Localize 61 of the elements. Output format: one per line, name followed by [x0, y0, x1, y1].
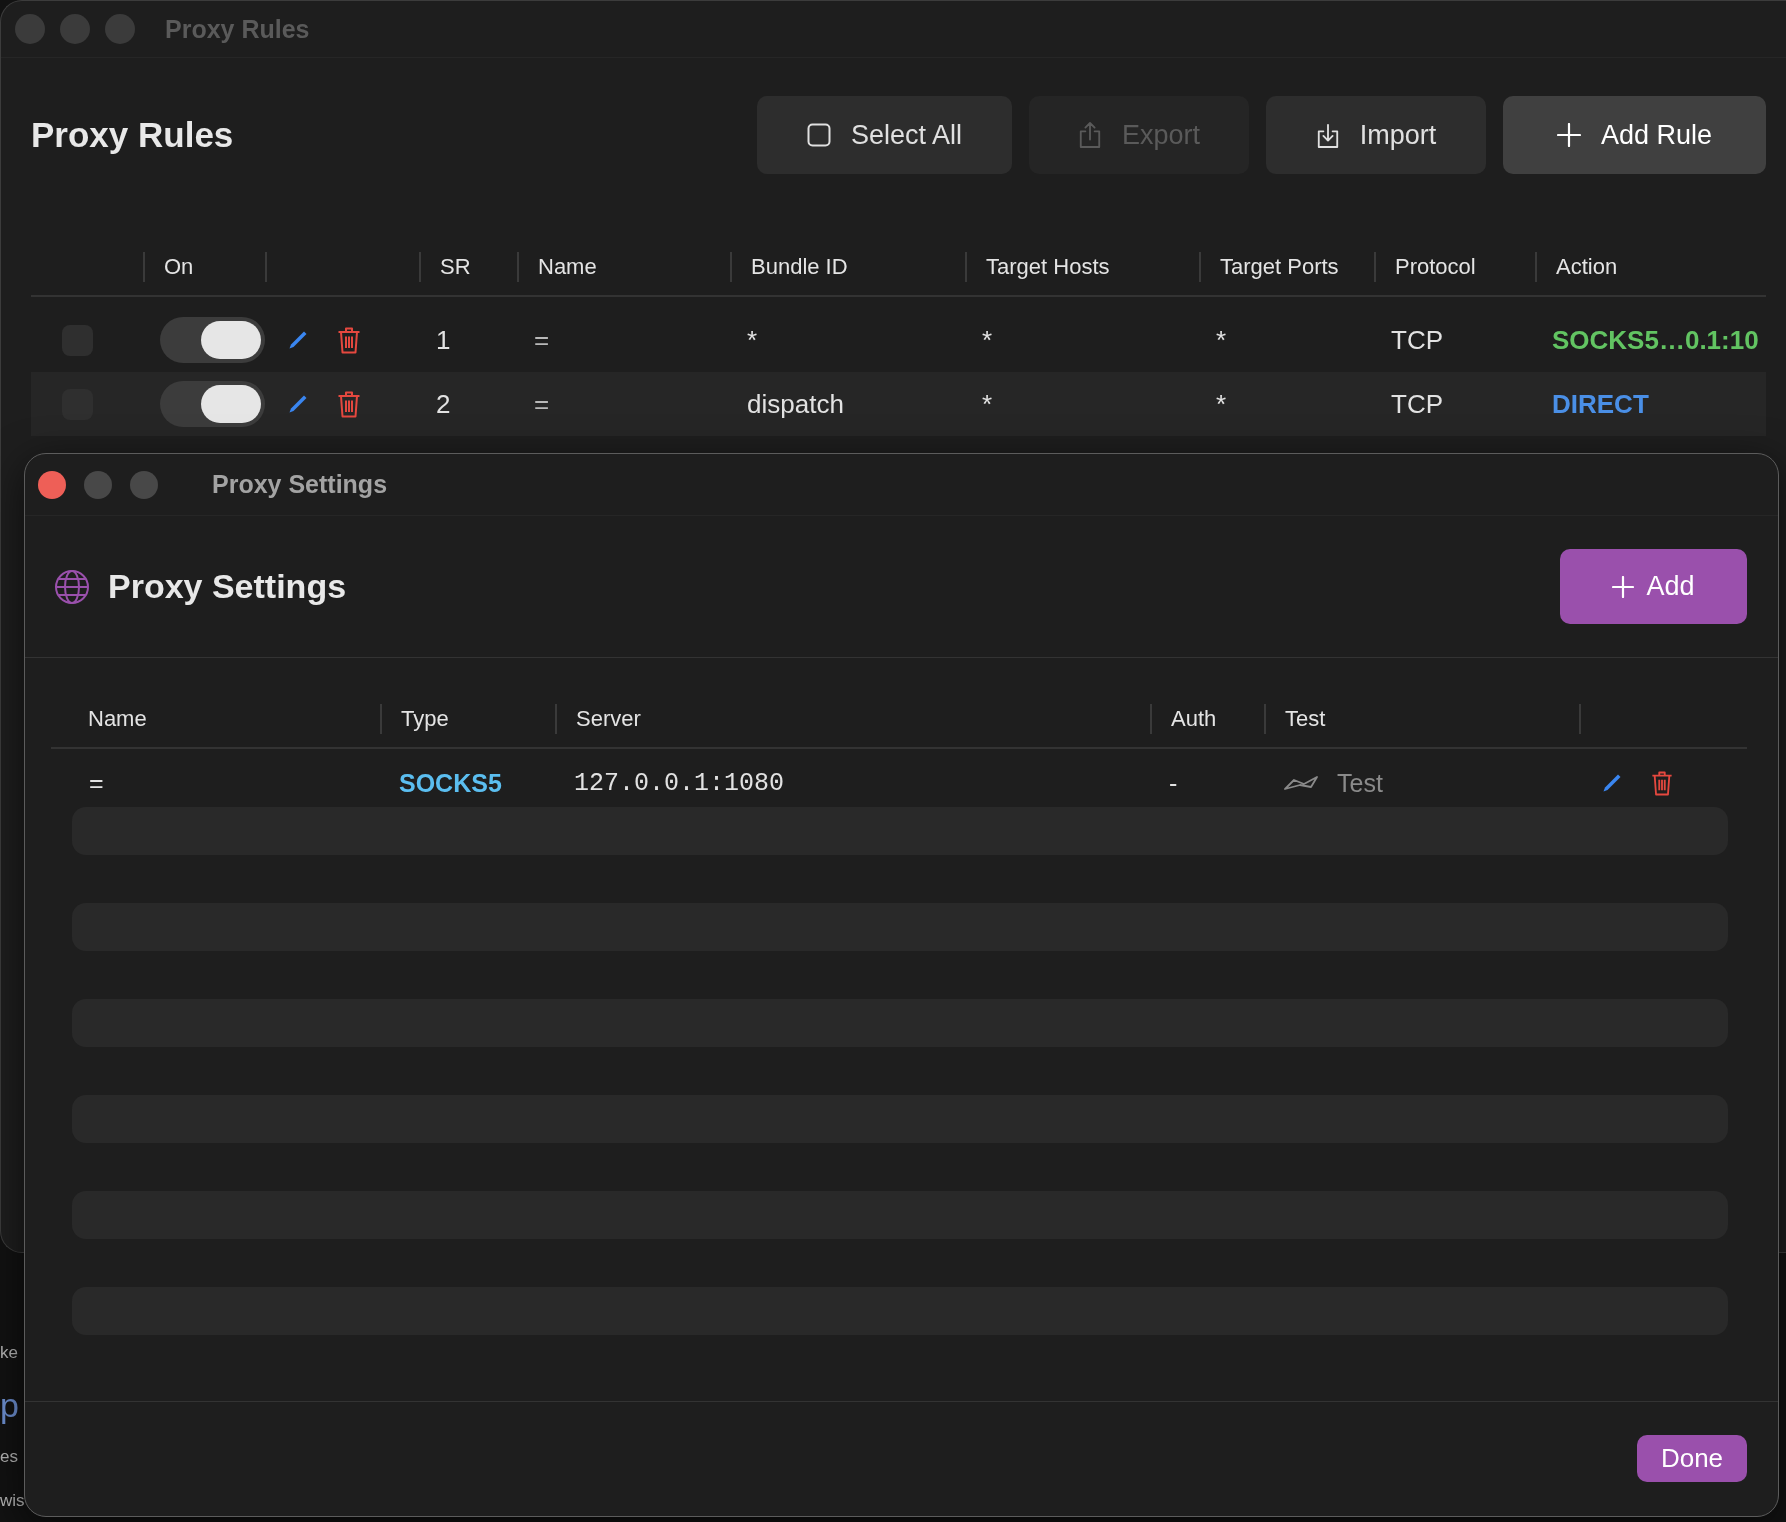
test-button[interactable]: Test [1283, 768, 1383, 798]
column-header: On [164, 254, 194, 280]
table-cell: TCP [1391, 324, 1443, 356]
column-header: Target Hosts [986, 254, 1110, 280]
table-cell: = [534, 324, 550, 356]
background-text: wis [0, 1490, 25, 1512]
table-cell: * [1216, 388, 1227, 420]
select-all-button[interactable]: Select All [757, 96, 1012, 174]
table-cell: * [982, 388, 993, 420]
column-header: Auth [1171, 706, 1217, 732]
column-header: Protocol [1395, 254, 1476, 280]
table-cell: - [1169, 768, 1178, 798]
share-icon [1077, 121, 1102, 149]
table-cell: DIRECT [1552, 388, 1649, 420]
background-text: p [0, 1385, 20, 1426]
zigzag-icon [1283, 775, 1319, 791]
table-cell: * [982, 324, 993, 356]
table-cell: = [89, 768, 104, 798]
pencil-icon[interactable] [1601, 772, 1623, 794]
table-cell: 2 [436, 388, 451, 420]
column-header: Server [576, 706, 641, 732]
globe-icon [54, 568, 90, 605]
table-cell: 127.0.0.1:1080 [574, 768, 785, 798]
window-title: Proxy Settings [212, 470, 388, 499]
window-title: Proxy Rules [165, 14, 310, 44]
column-header: Bundle ID [751, 254, 848, 280]
background-text: ke [0, 1342, 19, 1364]
close-button[interactable] [38, 470, 66, 499]
table-cell: * [1216, 324, 1227, 356]
checkbox-icon [806, 123, 831, 147]
table-cell: SOCKS5 [399, 768, 502, 798]
toggle-switch[interactable] [160, 381, 265, 427]
table-cell: TCP [1391, 388, 1443, 420]
column-header: Target Ports [1220, 254, 1339, 280]
import-button[interactable]: Import [1266, 96, 1486, 174]
section-heading: Proxy Settings [108, 567, 347, 606]
plus-icon [1612, 575, 1635, 598]
background-text: es [0, 1446, 19, 1468]
add-rule-button[interactable]: Add Rule [1503, 96, 1766, 174]
column-header: Type [401, 706, 449, 732]
page-heading: Proxy Rules [31, 115, 234, 155]
trash-icon[interactable] [337, 390, 361, 418]
download-tray-icon [1315, 121, 1340, 149]
trash-icon[interactable] [1651, 770, 1673, 796]
toggle-switch[interactable] [160, 317, 265, 363]
table-cell: = [534, 388, 550, 420]
table-cell: * [747, 324, 758, 356]
table-cell: 1 [436, 324, 451, 356]
column-header: Name [88, 706, 147, 732]
add-button[interactable]: Add [1560, 549, 1747, 624]
pencil-icon[interactable] [287, 393, 309, 415]
pencil-icon[interactable] [287, 329, 309, 351]
column-header: Action [1556, 254, 1618, 280]
column-header: SR [440, 254, 471, 280]
plus-icon [1556, 123, 1581, 147]
column-header: Name [538, 254, 597, 280]
column-header: Test [1285, 706, 1326, 732]
table-cell: dispatch [747, 388, 844, 420]
done-button[interactable]: Done [1637, 1435, 1747, 1482]
trash-icon[interactable] [337, 326, 361, 354]
table-cell: SOCKS5…0.1:10 [1552, 324, 1759, 356]
